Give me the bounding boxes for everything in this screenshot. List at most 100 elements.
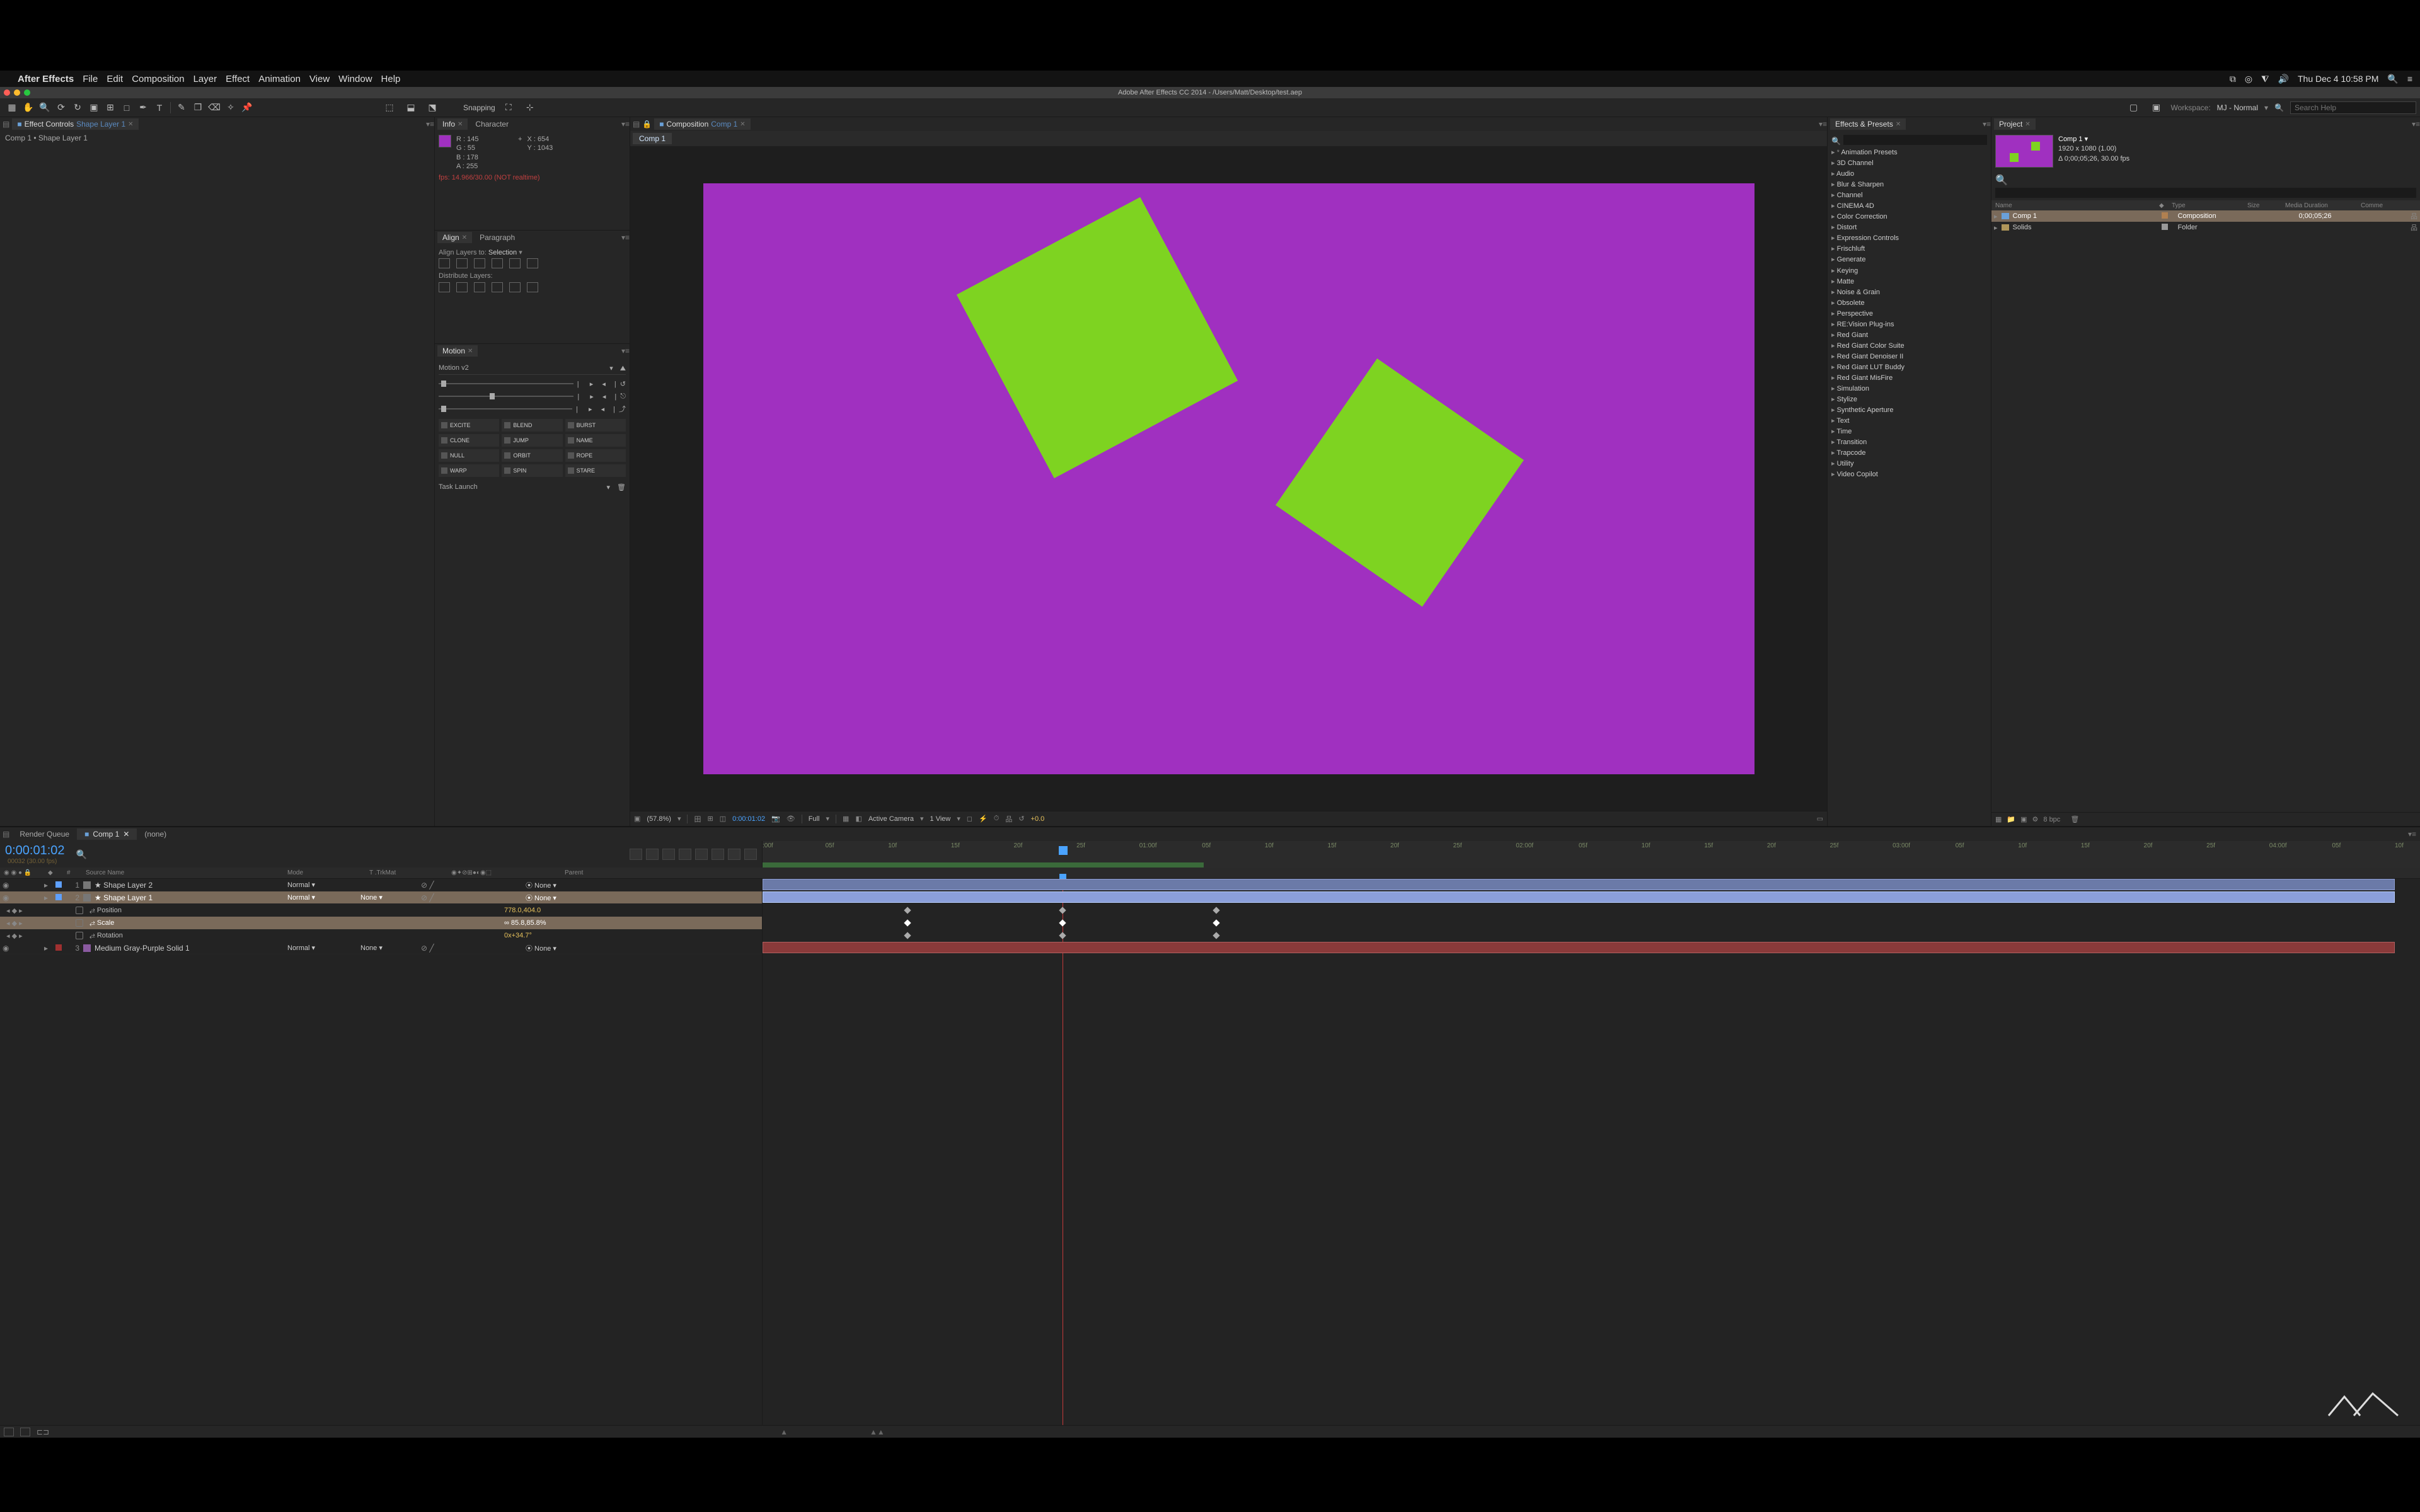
motion-btn-stare[interactable]: STARE [565,464,626,477]
rotate-tool-icon[interactable]: ↻ [69,100,86,115]
timeline-timecode[interactable]: 0:00:01:02 [5,844,65,858]
ep-folder[interactable]: Utility [1831,459,1987,469]
frame-blend-icon[interactable] [679,849,691,860]
dist-2-icon[interactable] [456,282,468,292]
ws-icon-2[interactable]: ▣ [2148,100,2165,115]
world-axis-icon[interactable]: ⬓ [403,100,419,115]
pixel-aspect-icon[interactable]: ◻ [967,815,972,823]
snap-ext-icon[interactable]: ⊹ [522,100,538,115]
motion-slider-1[interactable] [439,383,573,384]
interpret-icon[interactable]: ▦ [1995,815,2002,823]
align-right-icon[interactable] [474,258,485,268]
col-duration[interactable]: Media Duration [2281,202,2357,209]
hand-tool-icon[interactable]: ✋ [20,100,37,115]
motion-btn-burst[interactable]: BURST [565,419,626,432]
viewer-time[interactable]: 0:00:01:02 [732,815,765,823]
shape-layer-2[interactable] [956,197,1237,478]
timeline-icon[interactable]: ⏱ [994,815,1000,823]
layer-bar[interactable] [763,942,2395,953]
camera-tool-icon[interactable]: ▣ [86,100,102,115]
keyframe[interactable] [1213,932,1219,939]
maximize-icon[interactable]: ▭ [1817,815,1823,823]
auto-kf-icon[interactable] [744,849,757,860]
zoom-slider-in-icon[interactable]: ▲▲ [870,1428,885,1436]
exposure-readout[interactable]: +0.0 [1031,815,1045,823]
panel-menu-icon[interactable]: ▾≡ [2404,830,2420,839]
panel-menu-icon[interactable]: ▾≡ [621,233,630,242]
show-snapshot-icon[interactable]: 👁 [786,815,795,823]
motion-blur-icon[interactable] [695,849,708,860]
views-select[interactable]: 1 View [930,815,951,823]
align-tab[interactable]: Align✕ [437,232,472,243]
volume-icon[interactable]: 🔊 [2278,74,2289,84]
snap-icon[interactable]: ⛶ [500,100,517,115]
window-zoom-button[interactable] [24,89,30,96]
panel-menu-icon[interactable]: ▾≡ [426,120,434,129]
eraser-tool-icon[interactable]: ⌫ [206,100,222,115]
motion-btn-jump[interactable]: JUMP [502,434,562,447]
ws-icon-1[interactable]: ▢ [2126,100,2142,115]
close-tab-icon[interactable]: ✕ [1896,121,1901,128]
ep-folder[interactable]: CINEMA 4D [1831,201,1987,212]
transparency-icon[interactable]: ▦ [843,815,849,823]
ep-folder[interactable]: Text [1831,416,1987,427]
dist-1-icon[interactable] [439,282,450,292]
align-layers-select[interactable]: Selection [488,249,517,256]
ep-folder[interactable]: Red Giant Denoiser II [1831,352,1987,362]
ep-folder[interactable]: Matte [1831,277,1987,287]
flowchart-icon[interactable]: 品 [1005,814,1012,824]
ep-folder[interactable]: Trapcode [1831,448,1987,459]
ep-folder[interactable]: Noise & Grain [1831,287,1987,298]
local-axis-icon[interactable]: ⬚ [381,100,398,115]
zoom-slider-out-icon[interactable]: ▲ [780,1428,788,1436]
menu-edit[interactable]: Edit [107,74,123,84]
trash-icon[interactable]: 🗑 [617,484,626,491]
menu-view[interactable]: View [309,74,330,84]
motion-btn-blend[interactable]: BLEND [502,419,562,432]
hide-shy-icon[interactable] [662,849,675,860]
roto-tool-icon[interactable]: ✧ [222,100,239,115]
cti-head[interactable] [1059,846,1068,855]
ep-folder[interactable]: Red Giant Color Suite [1831,341,1987,352]
zoom-readout[interactable]: (57.8%) [647,815,671,823]
menu-file[interactable]: File [83,74,98,84]
shape-layer-1[interactable] [1276,358,1524,607]
property-row[interactable]: ◂ ◆ ▸⥄ Rotation0x+34.7° [0,929,762,942]
lock-icon[interactable]: 🔒 [642,120,652,129]
stopwatch-icon[interactable] [76,919,83,927]
toggle-in-out-button[interactable]: ⊏⊐ [37,1428,49,1436]
project-tab[interactable]: Project✕ [1994,118,2036,130]
motion-btn-clone[interactable]: CLONE [439,434,499,447]
close-tab-icon[interactable]: ✕ [468,348,473,355]
composition-panel-tab[interactable]: ■ Composition Comp 1 ✕ [654,118,750,130]
ep-folder[interactable]: Expression Controls [1831,233,1987,244]
layer-row[interactable]: ◉ ▸3Medium Gray-Purple Solid 1Normal ▾No… [0,942,762,954]
tool-icon[interactable]: ⎋ [620,392,626,401]
col-label[interactable]: ◆ [2155,202,2168,209]
effects-presets-search[interactable] [1843,135,1987,145]
pan-behind-tool-icon[interactable]: ⊞ [102,100,118,115]
menubar-clock[interactable]: Thu Dec 4 10:58 PM [2298,74,2378,84]
project-row[interactable]: ▸SolidsFolder品 [1991,222,2420,233]
col-trkmat[interactable]: T .TrkMat [366,868,447,878]
window-close-button[interactable] [4,89,10,96]
ep-folder[interactable]: Video Copilot [1831,469,1987,480]
snapshot-icon[interactable]: 📷 [771,815,780,823]
project-row[interactable]: ▸Comp 1Composition0;00;05;26品 [1991,210,2420,222]
ep-folder[interactable]: Animation Presets [1831,147,1987,158]
keyframe[interactable] [1059,932,1066,939]
ep-folder[interactable]: Time [1831,427,1987,437]
trash-icon[interactable]: 🗑 [2070,815,2079,823]
guides-icon[interactable]: ⊞ [707,815,713,823]
snapping-label[interactable]: Snapping [463,103,495,112]
new-comp-icon[interactable]: ▣ [2020,815,2027,823]
character-tab[interactable]: Character [470,118,514,130]
grid-icon[interactable]: 田 [694,814,701,824]
ep-folder[interactable]: Generate [1831,255,1987,265]
notifications-icon[interactable]: ≡ [2407,74,2412,84]
align-bottom-icon[interactable] [527,258,538,268]
align-hcenter-icon[interactable] [456,258,468,268]
layer-bar[interactable] [763,879,2395,890]
close-tab-icon[interactable]: ✕ [128,121,133,128]
ep-folder[interactable]: Perspective [1831,309,1987,319]
